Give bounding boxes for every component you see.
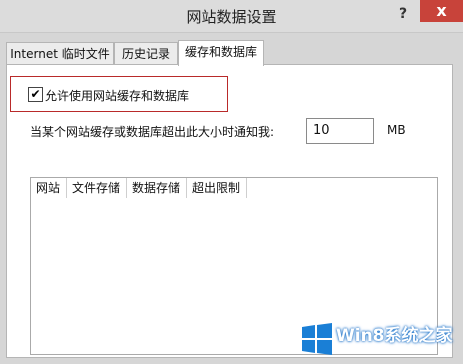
title-bar: 网站数据设置 ? x bbox=[0, 0, 463, 33]
allow-cache-checkbox[interactable]: ✔ bbox=[28, 87, 43, 102]
help-button[interactable]: ? bbox=[386, 0, 420, 28]
column-header-data-storage[interactable]: 数据存储 bbox=[127, 178, 187, 198]
allow-cache-label[interactable]: 允许使用网站缓存和数据库 bbox=[45, 87, 189, 104]
windows-logo-icon bbox=[302, 323, 332, 355]
column-header-file-storage[interactable]: 文件存储 bbox=[67, 178, 127, 198]
notify-size-label: 当某个网站缓存或数据库超出此大小时通知我: bbox=[30, 125, 275, 139]
column-header-over-limit[interactable]: 超出限制 bbox=[187, 178, 247, 198]
size-limit-input[interactable]: 10 bbox=[306, 118, 374, 144]
tab-cache-and-databases[interactable]: 缓存和数据库 bbox=[178, 40, 264, 66]
column-header-website[interactable]: 网站 bbox=[31, 178, 67, 198]
size-unit-label: MB bbox=[387, 123, 406, 137]
close-button[interactable]: x bbox=[420, 0, 463, 22]
watermark-text: Win8系统之家 bbox=[336, 326, 453, 346]
tab-history[interactable]: 历史记录 bbox=[114, 42, 178, 65]
tab-internet-temp-files[interactable]: Internet 临时文件 bbox=[6, 42, 114, 65]
